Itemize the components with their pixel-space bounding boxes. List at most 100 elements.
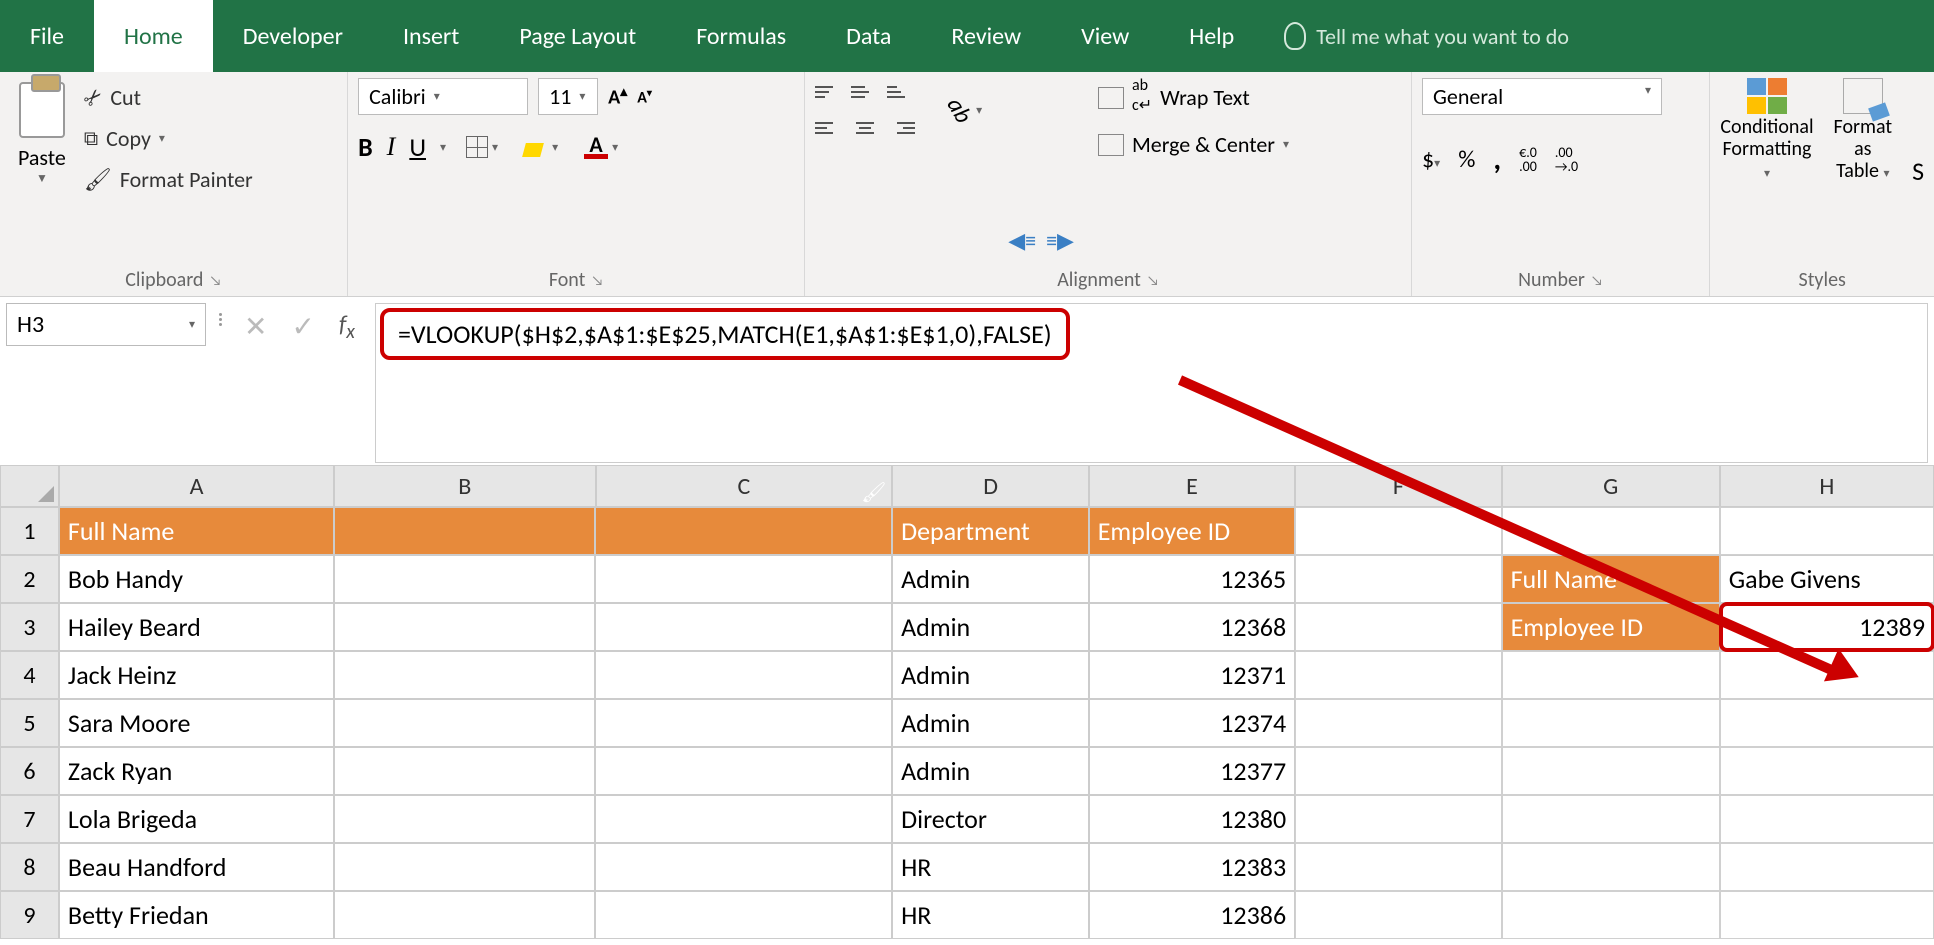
cell-F3[interactable] [1295,603,1501,651]
underline-button[interactable]: U [409,131,426,163]
cell-C2[interactable] [595,555,892,603]
row-header-2[interactable]: 2 [0,555,59,603]
tab-file[interactable]: File [0,0,94,72]
row-header-8[interactable]: 8 [0,843,59,891]
cell-A5[interactable]: Sara Moore [59,699,334,747]
align-center-button[interactable] [851,114,879,142]
cell-E1[interactable]: Employee ID [1089,507,1295,555]
tab-data[interactable]: Data [816,0,921,72]
dialog-launcher-icon[interactable]: ↘ [591,272,603,289]
cell-A9[interactable]: Betty Friedan [59,891,334,939]
select-all-button[interactable] [0,465,59,507]
cell-C4[interactable] [595,651,892,699]
cell-C3[interactable] [595,603,892,651]
number-format-combo[interactable]: General▾ [1422,78,1662,115]
conditional-formatting-button[interactable]: Conditional Formatting ▾ [1720,78,1813,264]
tab-view[interactable]: View [1051,0,1159,72]
cell-D2[interactable]: Admin [892,555,1089,603]
cell-H2[interactable]: Gabe Givens [1720,555,1934,603]
cell-H5[interactable] [1720,699,1934,747]
align-bottom-button[interactable] [887,78,915,106]
cell-F2[interactable] [1295,555,1501,603]
cell-A6[interactable]: Zack Ryan [59,747,334,795]
fill-color-button[interactable]: ▾ [518,135,564,159]
chevron-down-icon[interactable]: ▾ [440,140,446,155]
cell-D5[interactable]: Admin [892,699,1089,747]
row-header-1[interactable]: 1 [0,507,59,555]
cell-F6[interactable] [1295,747,1501,795]
tab-help[interactable]: Help [1159,0,1264,72]
cell-C1[interactable]: 🖌 [595,507,892,555]
tab-insert[interactable]: Insert [373,0,489,72]
decrease-indent-button[interactable]: ◀≡ [1008,227,1036,254]
cell-A1[interactable]: Full Name [59,507,334,555]
bold-button[interactable]: B [358,131,373,163]
formula-input[interactable]: =VLOOKUP($H$2,$A$1:$E$25,MATCH(E1,$A$1:$… [375,303,1928,463]
cell-G7[interactable] [1502,795,1720,843]
cell-E7[interactable]: 12380 [1089,795,1295,843]
tab-page-layout[interactable]: Page Layout [489,0,666,72]
paste-button[interactable]: Paste ▼ [10,78,74,264]
accounting-format-button[interactable]: $▾ [1422,145,1440,174]
cell-H8[interactable] [1720,843,1934,891]
col-header-D[interactable]: D [892,465,1089,507]
cell-H7[interactable] [1720,795,1934,843]
cell-B9[interactable] [334,891,595,939]
dialog-launcher-icon[interactable]: ↘ [1591,272,1603,289]
dialog-launcher-icon[interactable]: ↘ [209,272,221,289]
format-as-table-button[interactable]: Format as Table ▾ [1834,78,1893,264]
align-left-button[interactable] [815,114,843,142]
cell-H3[interactable]: 12389 [1720,603,1934,651]
cell-E4[interactable]: 12371 [1089,651,1295,699]
cell-B5[interactable] [334,699,595,747]
cell-F4[interactable] [1295,651,1501,699]
cell-F5[interactable] [1295,699,1501,747]
row-header-5[interactable]: 5 [0,699,59,747]
row-header-6[interactable]: 6 [0,747,59,795]
format-painter-button[interactable]: 🖌Format Painter [84,166,253,193]
col-header-A[interactable]: A [59,465,334,507]
col-header-E[interactable]: E [1089,465,1295,507]
tab-home[interactable]: Home [94,0,213,72]
cell-D1[interactable]: Department [892,507,1089,555]
font-size-combo[interactable]: 11▾ [538,78,598,115]
comma-format-button[interactable]: , [1493,141,1501,178]
cell-H1[interactable] [1720,507,1934,555]
cell-F7[interactable] [1295,795,1501,843]
decrease-decimal-button[interactable]: .00→.0 [1555,146,1578,174]
align-top-button[interactable] [815,78,843,106]
cancel-formula-button[interactable]: ✕ [244,309,267,344]
cell-D3[interactable]: Admin [892,603,1089,651]
merge-center-button[interactable]: Merge & Center▾ [1098,131,1289,158]
cell-D6[interactable]: Admin [892,747,1089,795]
copy-button[interactable]: ⧉Copy▾ [84,125,253,152]
increase-indent-button[interactable]: ≡▶ [1046,227,1074,254]
cell-H4[interactable] [1720,651,1934,699]
enter-formula-button[interactable]: ✓ [291,309,314,344]
cell-G1[interactable] [1502,507,1720,555]
quick-analysis-icon[interactable]: 🖌 [861,480,887,506]
cell-G4[interactable] [1502,651,1720,699]
name-box[interactable]: H3▾ [6,303,206,346]
cell-A4[interactable]: Jack Heinz [59,651,334,699]
dialog-launcher-icon[interactable]: ↘ [1147,272,1159,289]
row-header-4[interactable]: 4 [0,651,59,699]
cell-E2[interactable]: 12365 [1089,555,1295,603]
borders-button[interactable]: ▾ [460,134,504,160]
cell-C5[interactable] [595,699,892,747]
cell-E3[interactable]: 12368 [1089,603,1295,651]
cell-E5[interactable]: 12374 [1089,699,1295,747]
cell-H6[interactable] [1720,747,1934,795]
cell-A3[interactable]: Hailey Beard [59,603,334,651]
cell-B2[interactable] [334,555,595,603]
increase-font-button[interactable]: A▴ [608,83,627,110]
insert-function-button[interactable]: fx [339,310,355,344]
col-header-H[interactable]: H [1720,465,1934,507]
cell-C8[interactable] [595,843,892,891]
cell-C6[interactable] [595,747,892,795]
cell-B4[interactable] [334,651,595,699]
cell-G8[interactable] [1502,843,1720,891]
cell-B7[interactable] [334,795,595,843]
percent-format-button[interactable]: % [1458,145,1475,174]
row-header-9[interactable]: 9 [0,891,59,939]
